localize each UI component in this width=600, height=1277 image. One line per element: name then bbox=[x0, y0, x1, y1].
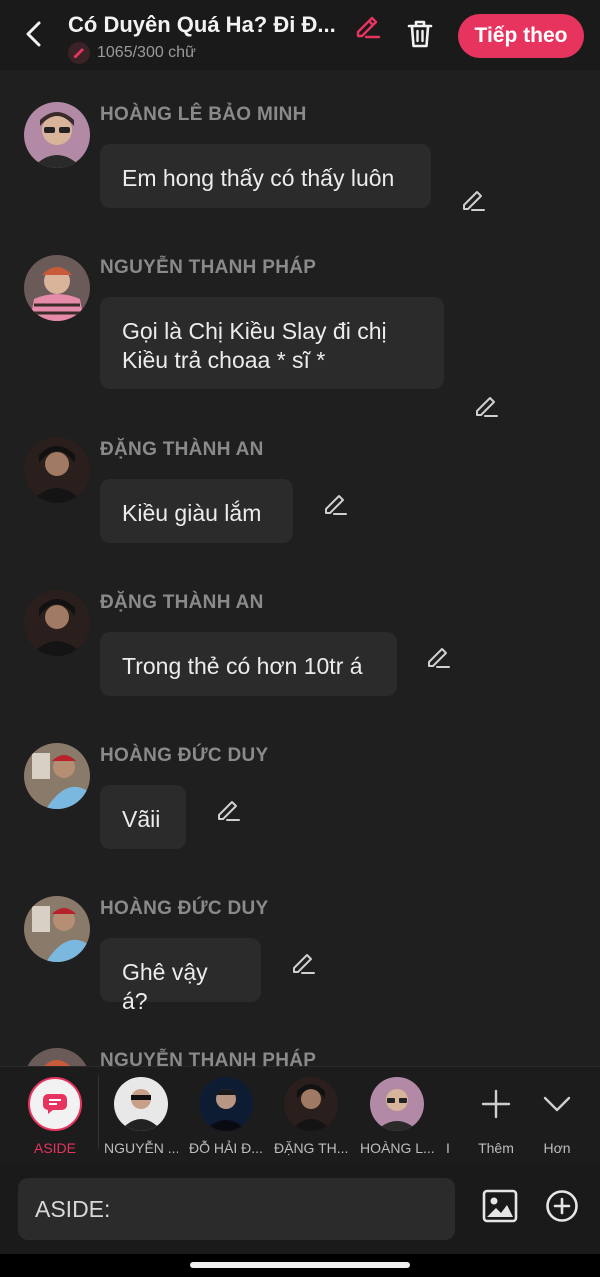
character-name: ASIDE bbox=[33, 1140, 76, 1156]
avatar bbox=[284, 1077, 338, 1131]
message-input[interactable]: ASIDE: bbox=[18, 1178, 455, 1240]
sender-name: NGUYỄN THANH PHÁP bbox=[100, 1050, 317, 1066]
edit-title-button[interactable] bbox=[352, 10, 382, 40]
back-button[interactable] bbox=[18, 16, 50, 52]
pencil-icon bbox=[293, 954, 315, 974]
sender-name: HOÀNG ĐỨC DUY bbox=[100, 898, 269, 919]
avatar bbox=[199, 1077, 253, 1131]
avatar[interactable] bbox=[24, 437, 90, 503]
trash-icon bbox=[407, 20, 433, 48]
character-chip[interactable]: HOÀNG L... bbox=[360, 1077, 434, 1156]
aside-avatar bbox=[28, 1077, 82, 1131]
divider bbox=[98, 1075, 99, 1149]
edit-message-button[interactable] bbox=[473, 392, 499, 418]
sender-name: HOÀNG ĐỨC DUY bbox=[100, 745, 269, 766]
edit-message-button[interactable] bbox=[322, 490, 348, 516]
avatar[interactable] bbox=[24, 590, 90, 656]
character-chip[interactable]: NGUYỄN ... bbox=[104, 1077, 178, 1156]
avatar[interactable] bbox=[24, 896, 90, 962]
image-icon bbox=[482, 1189, 518, 1223]
chevron-down-icon bbox=[543, 1096, 571, 1112]
avatar[interactable] bbox=[24, 743, 90, 809]
next-button[interactable]: Tiếp theo bbox=[458, 14, 584, 58]
word-count: 1065/300 chữ bbox=[97, 44, 196, 61]
add-circle-icon bbox=[546, 1190, 578, 1222]
sender-name: ĐẶNG THÀNH AN bbox=[100, 439, 264, 460]
more-label: Hơn bbox=[543, 1140, 571, 1156]
pencil-icon bbox=[218, 801, 240, 821]
pencil-icon bbox=[356, 16, 381, 39]
character-name: ĐỖ HẢI Đ... bbox=[189, 1140, 263, 1156]
pencil-icon bbox=[68, 42, 90, 64]
pencil-icon bbox=[463, 191, 485, 211]
character-chip[interactable]: ĐẶNG TH... bbox=[274, 1077, 348, 1156]
avatar bbox=[370, 1077, 424, 1131]
avatar bbox=[114, 1077, 168, 1131]
message-bubble[interactable]: Em hong thấy có thấy luôn bbox=[100, 144, 431, 208]
message-bubble[interactable]: Gọi là Chị Kiều Slay đi chị Kiều trả cho… bbox=[100, 297, 444, 389]
edit-message-button[interactable] bbox=[460, 186, 486, 212]
more-characters-button[interactable]: Hơn bbox=[527, 1077, 587, 1156]
message-list[interactable]: HOÀNG LÊ BẢO MINH Em hong thấy có thấy l… bbox=[0, 70, 600, 1066]
sender-name: NGUYỄN THANH PHÁP bbox=[100, 257, 317, 278]
header-bar: Có Duyên Quá Ha? Đi Đ... 1065/300 chữ Ti… bbox=[0, 0, 600, 70]
character-chip[interactable]: ĐỖ HẢI Đ... bbox=[189, 1077, 263, 1156]
message-bubble[interactable]: Kiều giàu lắm bbox=[100, 479, 293, 543]
pencil-icon bbox=[476, 397, 498, 417]
avatar[interactable] bbox=[24, 1048, 90, 1066]
character-name: I bbox=[446, 1140, 450, 1156]
character-chip[interactable]: I bbox=[444, 1077, 452, 1156]
input-bar: ASIDE: bbox=[0, 1164, 600, 1254]
message-bubble[interactable]: Ghê vậy á? bbox=[100, 938, 261, 1014]
back-arrow-icon bbox=[26, 21, 41, 47]
character-bar: ASIDE NGUYỄN ... ĐỖ HẢI Đ... ĐẶNG TH... … bbox=[0, 1066, 600, 1165]
character-name: ĐẶNG TH... bbox=[274, 1140, 348, 1156]
add-content-button[interactable] bbox=[542, 1186, 582, 1226]
edit-message-button[interactable] bbox=[290, 949, 316, 975]
character-chip-aside[interactable]: ASIDE bbox=[18, 1077, 92, 1156]
word-count-row: 1065/300 chữ bbox=[68, 42, 196, 64]
edit-message-button[interactable] bbox=[215, 796, 241, 822]
avatar[interactable] bbox=[24, 102, 90, 168]
system-nav-bar bbox=[0, 1254, 600, 1277]
chat-bubble-icon bbox=[43, 1094, 67, 1114]
avatar[interactable] bbox=[24, 255, 90, 321]
story-title[interactable]: Có Duyên Quá Ha? Đi Đ... bbox=[68, 12, 340, 38]
sender-name: ĐẶNG THÀNH AN bbox=[100, 592, 264, 613]
avatar bbox=[444, 1077, 452, 1131]
edit-message-button[interactable] bbox=[425, 643, 451, 669]
message-bubble[interactable]: Vãii bbox=[100, 785, 186, 849]
delete-button[interactable] bbox=[404, 16, 436, 52]
pencil-icon bbox=[428, 648, 450, 668]
sender-name: HOÀNG LÊ BẢO MINH bbox=[100, 104, 307, 125]
pencil-icon bbox=[325, 495, 347, 515]
home-indicator[interactable] bbox=[190, 1262, 410, 1268]
character-name: NGUYỄN ... bbox=[104, 1140, 178, 1156]
add-character-button[interactable]: Thêm bbox=[466, 1077, 526, 1156]
insert-image-button[interactable] bbox=[480, 1186, 520, 1226]
message-bubble[interactable]: Trong thẻ có hơn 10tr á bbox=[100, 632, 397, 696]
plus-icon bbox=[481, 1089, 511, 1119]
character-name: HOÀNG L... bbox=[360, 1140, 434, 1156]
add-character-label: Thêm bbox=[478, 1140, 514, 1156]
